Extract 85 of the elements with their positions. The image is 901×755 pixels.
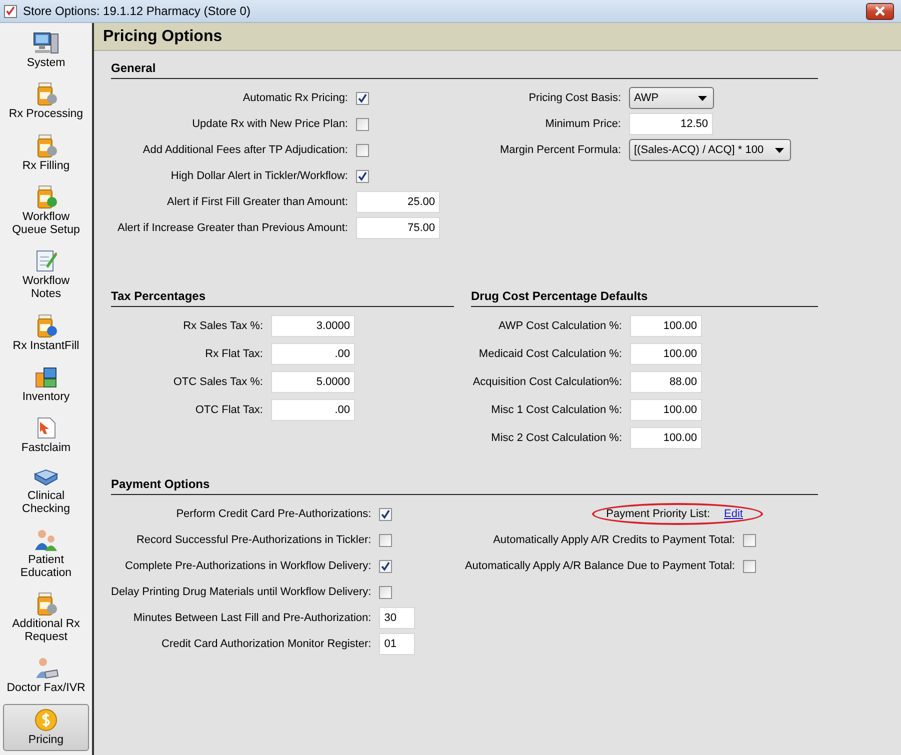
close-icon — [874, 6, 886, 16]
checkbox[interactable] — [379, 508, 392, 520]
sidebar-item[interactable]: Rx InstantFill — [3, 310, 89, 357]
field-label: Alert if Increase Greater than Previous Amount: — [116, 221, 348, 235]
book-icon — [33, 468, 59, 488]
input-field[interactable]: 100.00 — [630, 343, 702, 365]
checkbox[interactable] — [379, 560, 392, 572]
input-field[interactable]: 3.0000 — [271, 315, 355, 337]
section-title: General — [111, 61, 818, 79]
field-label: Automatic Rx Pricing: — [242, 91, 348, 105]
field-label: Medicaid Cost Calculation %: — [478, 347, 622, 361]
sidebar-item[interactable]: Pricing — [3, 704, 89, 751]
sidebar-item[interactable]: Rx Filling — [3, 130, 89, 177]
field-label: High Dollar Alert in Tickler/Workflow: — [170, 169, 348, 183]
sidebar-item[interactable]: Workflow Queue Setup — [3, 181, 89, 242]
people-icon — [33, 528, 59, 552]
sidebar-item[interactable]: Workflow Notes — [3, 245, 89, 306]
checkbox[interactable] — [356, 118, 369, 130]
note-pencil-icon — [34, 249, 58, 274]
field-label: Automatically Apply A/R Credits to Payment Total: — [492, 533, 735, 547]
field-label: Alert if First Fill Greater than Amount: — [166, 195, 348, 209]
field-label: Record Successful Pre-Authorizations in Tickler: — [135, 533, 372, 547]
caret-icon — [775, 148, 784, 152]
sidebar-item[interactable]: Fastclaim — [3, 412, 89, 460]
computer-icon — [33, 31, 59, 56]
field-label: OTC Sales Tax %: — [172, 375, 263, 389]
field-label: Payment Priority List: — [606, 508, 710, 520]
field-label: Acquisition Cost Calculation%: — [472, 375, 622, 389]
checkbox[interactable] — [743, 560, 756, 572]
section-title: Tax Percentages — [111, 289, 454, 307]
field-label: Perform Credit Card Pre-Authorizations: — [175, 507, 372, 521]
section-title: Payment Options — [111, 477, 818, 495]
field-label: Credit Card Authorization Monitor Register: — [160, 637, 372, 651]
window-title: Store Options: 19.1.12 Pharmacy (Store 0) — [23, 4, 252, 18]
dropdown[interactable]: [(Sales-ACQ) / ACQ] * 100 — [629, 139, 791, 161]
edit-link[interactable]: Edit — [724, 508, 743, 520]
input-field[interactable]: 12.50 — [629, 113, 713, 135]
sidebar-item[interactable]: Rx Processing — [3, 78, 89, 126]
input-field[interactable]: .00 — [271, 399, 355, 421]
input-field[interactable]: 75.00 — [356, 217, 440, 239]
field-label: Misc 1 Cost Calculation %: — [490, 403, 622, 417]
close-button[interactable] — [866, 2, 894, 20]
field-label: Update Rx with New Price Plan: — [191, 117, 348, 131]
dropdown[interactable]: AWP — [629, 87, 714, 109]
field-label: Minimum Price: — [544, 117, 621, 131]
checkbox[interactable] — [356, 92, 369, 104]
checkbox[interactable] — [743, 534, 756, 546]
sidebar-item[interactable]: Patient Education — [3, 524, 89, 584]
input-field[interactable]: 100.00 — [630, 315, 702, 337]
input-field[interactable]: 01 — [379, 633, 416, 655]
field-label: Misc 2 Cost Calculation %: — [490, 431, 622, 445]
sidebar-item[interactable]: Additional Rx Request — [3, 588, 89, 648]
field-label: Rx Flat Tax: — [204, 347, 263, 361]
field-label: Rx Sales Tax %: — [182, 319, 263, 333]
sidebar-item[interactable]: Inventory — [3, 360, 89, 408]
checkbox[interactable] — [356, 170, 369, 182]
sidebar-item[interactable]: Doctor Fax/IVR — [3, 652, 89, 700]
sidebar-item[interactable]: System — [3, 27, 89, 74]
field-label: OTC Flat Tax: — [194, 403, 263, 417]
person-fax-icon — [33, 656, 59, 680]
sidebar-item[interactable]: Clinical Checking — [3, 464, 89, 520]
field-label: Complete Pre-Authorizations in Workflow Delivery: — [124, 559, 372, 573]
page-title: Pricing Options — [103, 28, 222, 46]
field-label: Pricing Cost Basis: — [528, 91, 621, 105]
checkbox[interactable] — [379, 586, 392, 598]
boxes-icon — [34, 364, 58, 389]
section-title: Drug Cost Percentage Defaults — [471, 289, 818, 307]
caret-icon — [698, 96, 707, 100]
checklist-icon — [4, 4, 17, 18]
checkbox[interactable] — [356, 144, 369, 156]
field-label: Delay Printing Drug Materials until Workflow Delivery: — [111, 585, 372, 599]
coin-icon — [34, 708, 58, 732]
input-field[interactable]: 30 — [379, 607, 416, 629]
field-label: Add Additional Fees after TP Adjudication: — [142, 143, 348, 157]
input-field[interactable]: 100.00 — [630, 427, 702, 449]
input-field[interactable]: 25.00 — [356, 191, 440, 213]
field-label: Margin Percent Formula: — [498, 143, 621, 157]
input-field[interactable]: 5.0000 — [271, 371, 355, 393]
input-field[interactable]: .00 — [271, 343, 355, 365]
field-label: AWP Cost Calculation %: — [498, 319, 622, 333]
checkbox[interactable] — [379, 534, 392, 546]
input-field[interactable]: 88.00 — [630, 371, 702, 393]
input-field[interactable]: 100.00 — [630, 399, 702, 421]
field-label: Automatically Apply A/R Balance Due to Payment Total: — [464, 559, 735, 573]
field-label: Minutes Between Last Fill and Pre-Authorization: — [132, 611, 372, 625]
